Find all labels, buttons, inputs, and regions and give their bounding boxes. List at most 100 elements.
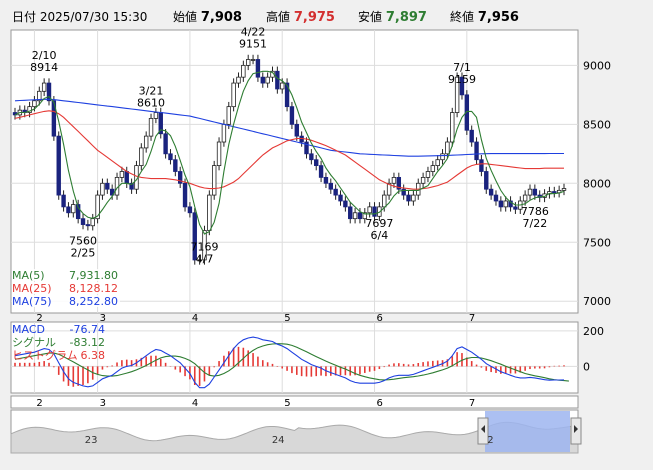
- candle-body: [382, 194, 387, 208]
- extreme-label: 8610: [137, 96, 165, 109]
- ma-legend-value: 8,128.12: [69, 282, 118, 295]
- month-tick-label: 3: [100, 398, 106, 409]
- candle-body: [246, 59, 251, 66]
- price-tick-label: 7500: [583, 236, 611, 249]
- candle-body: [372, 206, 377, 217]
- candle-body: [173, 159, 178, 172]
- macd-legend-name: シグナル: [12, 335, 56, 349]
- candle-body: [231, 82, 236, 108]
- stock-chart-window: 日付 2025/07/30 15:30 始値 7,908 高値 7,975 安値…: [0, 0, 653, 470]
- month-tick-label: 5: [284, 313, 290, 324]
- candle-body: [260, 76, 265, 84]
- price-tick-label: 8500: [583, 118, 611, 131]
- candle-body: [484, 171, 489, 190]
- extreme-label: 4/7: [196, 252, 214, 265]
- extreme-label: 2/25: [71, 247, 96, 260]
- candle-body: [469, 129, 474, 143]
- candle-body: [503, 200, 508, 208]
- candle-body: [474, 141, 479, 161]
- month-tick-label: 7: [469, 398, 475, 409]
- candle-body: [41, 82, 47, 92]
- candle-body: [420, 176, 426, 184]
- candle-body: [289, 106, 295, 125]
- candle-body: [32, 100, 37, 108]
- month-tick-label: 4: [192, 398, 198, 409]
- candle-body: [226, 106, 231, 125]
- candle-body: [139, 147, 144, 167]
- price-tick-label: 9000: [583, 59, 611, 72]
- macd-legend-value: -76.74: [70, 323, 105, 336]
- candle-body: [532, 188, 538, 196]
- candle-body: [56, 135, 61, 196]
- ma-legend-value: 8,252.80: [69, 295, 118, 308]
- price-tick-label: 7000: [583, 295, 611, 308]
- candle-body: [352, 212, 358, 220]
- candle-body: [241, 64, 246, 78]
- candle-body: [348, 206, 353, 220]
- candle-body: [168, 153, 173, 161]
- candle-body: [314, 159, 319, 167]
- month-tick-label: 2: [36, 398, 42, 409]
- ma-legend-name: MA(25): [12, 282, 52, 295]
- candle-body: [435, 159, 440, 167]
- candle-body: [187, 206, 193, 214]
- month-tick-label: 6: [377, 313, 383, 324]
- candle-body: [265, 76, 270, 84]
- navigator-selection: [485, 411, 570, 452]
- price-chart: 2233445566777000750080008500900002002/10…: [10, 25, 611, 454]
- candle-body: [284, 82, 290, 108]
- candle-body: [406, 194, 411, 202]
- candle-body: [488, 188, 494, 196]
- candle-body: [440, 153, 445, 161]
- macd-legend-value: -83.12: [70, 336, 105, 349]
- candle-body: [513, 206, 518, 210]
- month-tick-label: 7: [469, 313, 475, 324]
- candle-body: [294, 123, 299, 137]
- candle-body: [391, 176, 397, 184]
- candle-body: [255, 59, 261, 78]
- candle-body: [522, 194, 528, 202]
- extreme-label: 9159: [448, 73, 476, 86]
- navigator-label: 23: [85, 435, 98, 446]
- candle-body: [236, 76, 241, 84]
- extreme-label: 9151: [239, 37, 267, 50]
- candle-body: [527, 188, 533, 196]
- candle-body: [309, 153, 314, 161]
- candle-body: [343, 200, 348, 208]
- candle-body: [163, 133, 168, 155]
- candle-body: [318, 165, 324, 178]
- macd-legend-name: ヒストグラム: [12, 348, 78, 362]
- ma-legend-name: MA(5): [12, 269, 45, 282]
- ma-legend-name: MA(75): [12, 295, 52, 308]
- candle-body: [498, 200, 504, 208]
- candle-body: [323, 176, 329, 184]
- candle-body: [66, 206, 71, 214]
- candle-body: [561, 188, 567, 191]
- candle-body: [71, 204, 76, 214]
- navigator-label: 2: [487, 435, 493, 446]
- extreme-label: 8914: [30, 61, 58, 74]
- candle-body: [211, 165, 217, 196]
- candle-body: [280, 82, 285, 90]
- date-axis-strip: [10, 395, 579, 409]
- candle-body: [105, 182, 110, 190]
- candle-body: [100, 182, 105, 196]
- candle-body: [85, 224, 91, 227]
- ma-legend-value: 7,931.80: [69, 269, 118, 282]
- month-tick-label: 4: [192, 313, 198, 324]
- macd-legend-value: 6.38: [81, 349, 106, 362]
- candle-body: [445, 141, 450, 155]
- candle-body: [90, 218, 95, 227]
- macd-legend-name: MACD: [12, 323, 45, 336]
- candle-body: [328, 182, 333, 190]
- month-tick-label: 6: [377, 398, 383, 409]
- candle-body: [493, 194, 499, 202]
- candle-body: [216, 141, 222, 167]
- candle-body: [275, 70, 280, 90]
- candle-body: [221, 123, 227, 143]
- candle-body: [148, 118, 154, 137]
- candle-body: [411, 194, 416, 202]
- candle-body: [450, 112, 455, 143]
- navigator-label: 24: [272, 435, 285, 446]
- candle-body: [333, 188, 338, 196]
